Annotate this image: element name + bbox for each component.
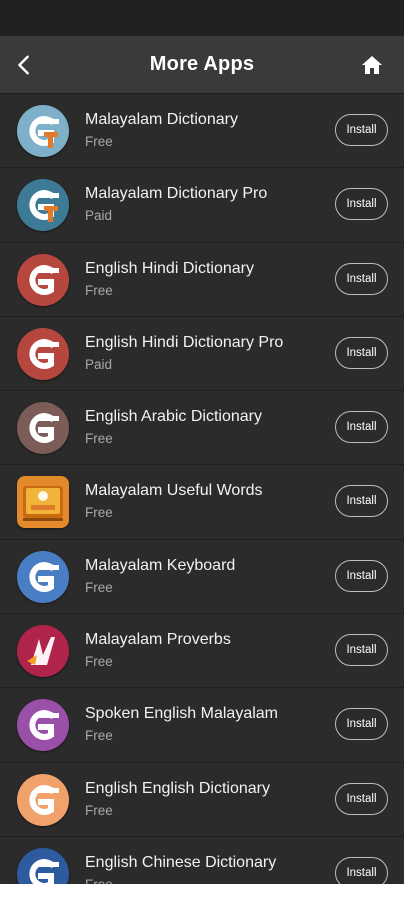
app-price: Free	[85, 728, 113, 744]
list-item[interactable]: Malayalam Keyboard Free Install	[0, 540, 404, 615]
app-name: English English Dictionary	[85, 779, 270, 797]
app-icon[interactable]	[17, 105, 69, 157]
home-button[interactable]	[358, 51, 386, 79]
list-item[interactable]: Malayalam Proverbs Free Install	[0, 614, 404, 689]
install-button[interactable]: Install	[335, 708, 388, 741]
list-item[interactable]: English Hindi Dictionary Pro Paid Install	[0, 317, 404, 392]
app-name: Malayalam Useful Words	[85, 482, 263, 500]
install-button[interactable]: Install	[335, 114, 388, 146]
app-price: Free	[85, 877, 113, 884]
list-item[interactable]: Spoken English Malayalam Free Install	[0, 688, 404, 763]
back-button[interactable]	[10, 51, 38, 79]
install-button[interactable]: Install	[335, 336, 388, 369]
list-item[interactable]: English Chinese Dictionary Free Install	[0, 837, 404, 884]
app-price: Paid	[85, 356, 113, 372]
install-button[interactable]: Install	[335, 559, 388, 592]
page-title: More Apps	[149, 53, 255, 75]
app-name: Spoken English Malayalam	[85, 705, 278, 723]
list-item[interactable]: Malayalam Useful Words Free Install	[0, 465, 404, 540]
app-price: Free	[85, 802, 113, 818]
app-name: English Hindi Dictionary Pro	[85, 333, 284, 351]
app-name: English Hindi Dictionary	[85, 259, 254, 277]
list-item[interactable]: English Hindi Dictionary Free Install	[0, 243, 404, 317]
app-name: Malayalam Keyboard	[85, 556, 236, 574]
app-icon[interactable]	[17, 179, 69, 232]
app-name: Malayalam Dictionary Pro	[85, 185, 268, 203]
list-item[interactable]: Malayalam Dictionary Free Install	[0, 94, 404, 169]
app-icon[interactable]	[17, 476, 69, 529]
app-icon[interactable]	[17, 773, 69, 826]
app-price: Free	[85, 431, 113, 447]
app-price: Free	[85, 282, 113, 298]
list-item[interactable]: English Arabic Dictionary Free Install	[0, 391, 404, 466]
app-name: Malayalam Dictionary	[85, 111, 238, 128]
list-item[interactable]: Malayalam Dictionary Pro Paid Install	[0, 168, 404, 243]
install-button[interactable]: Install	[335, 856, 388, 884]
app-icon[interactable]	[17, 327, 69, 380]
chevron-left-icon	[18, 55, 29, 75]
install-button[interactable]: Install	[335, 782, 388, 815]
app-icon[interactable]	[17, 550, 69, 603]
system-nav-bar	[0, 884, 404, 900]
app-name: Malayalam Proverbs	[85, 631, 231, 649]
home-icon	[362, 56, 382, 74]
app-price: Free	[85, 505, 113, 521]
app-name: English Arabic Dictionary	[85, 408, 262, 426]
app-price: Paid	[85, 208, 113, 224]
status-bar	[0, 0, 404, 36]
install-button[interactable]: Install	[335, 634, 388, 667]
app-name: English Chinese Dictionary	[85, 853, 277, 871]
list-item[interactable]: English English Dictionary Free Install	[0, 763, 404, 837]
app-icon[interactable]	[17, 625, 69, 678]
install-button[interactable]: Install	[335, 188, 388, 221]
app-icon[interactable]	[17, 402, 69, 455]
app-icon[interactable]	[17, 847, 69, 884]
app-price: Free	[85, 134, 113, 149]
app-bar: More Apps	[0, 36, 404, 94]
app-list: Malayalam Dictionary Free Install Malayalam…	[0, 94, 404, 884]
install-button[interactable]: Install	[335, 262, 388, 295]
app-price: Free	[85, 654, 113, 670]
app-icon[interactable]	[17, 253, 69, 306]
install-button[interactable]: Install	[335, 411, 388, 444]
install-button[interactable]: Install	[335, 485, 388, 518]
app-price: Free	[85, 579, 113, 595]
app-icon[interactable]	[17, 699, 69, 752]
